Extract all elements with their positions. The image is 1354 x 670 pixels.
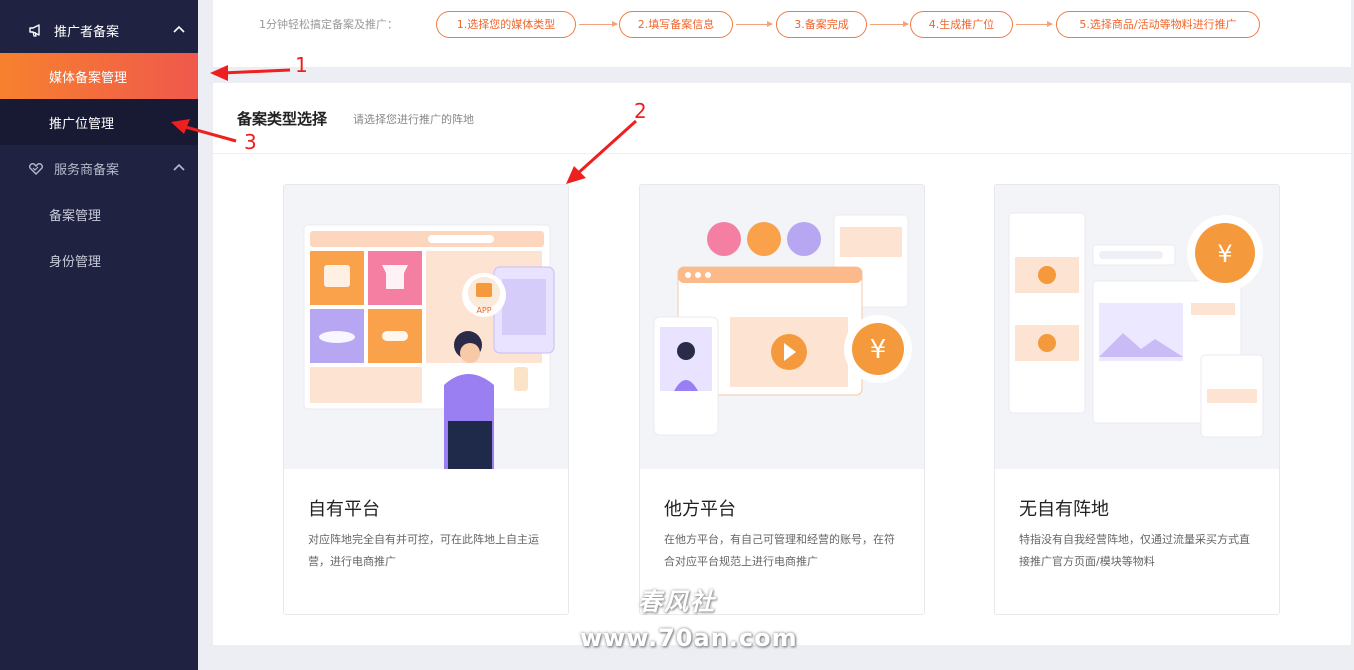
page-subtitle: 请选择您进行推广的阵地 bbox=[353, 113, 474, 126]
sidebar-item-label: 备案管理 bbox=[49, 209, 102, 224]
card-description: 特指没有自我经营阵地，仅通过流量采买方式直接推广官方页面/模块等物料 bbox=[1019, 533, 1250, 568]
sidebar-item-filing-management[interactable]: 备案管理 bbox=[0, 191, 198, 237]
sidebar-item-label: 推广位管理 bbox=[49, 117, 115, 132]
chevron-up-icon bbox=[173, 25, 185, 33]
step-3: 3.备案完成 bbox=[776, 11, 867, 38]
annotation-number-2: 2 bbox=[634, 99, 647, 123]
annotation-number-1: 1 bbox=[295, 53, 308, 77]
card-description: 在他方平台，有自己可管理和经营的账号，在符合对应平台规范上进行电商推广 bbox=[664, 533, 895, 568]
own-platform-illustration: APP bbox=[284, 185, 568, 469]
annotation-number-3: 3 bbox=[244, 130, 257, 154]
card-title: 无自有阵地 bbox=[1019, 499, 1109, 520]
card-third-party-platform[interactable]: ¥ 他方平台 在他方平台，有自己可管理和经营的账号，在符合对应平台规范上进行电商… bbox=[639, 184, 925, 615]
step-1: 1.选择您的媒体类型 bbox=[436, 11, 576, 38]
sidebar-item-label: 媒体备案管理 bbox=[49, 71, 128, 86]
step-4: 4.生成推广位 bbox=[910, 11, 1013, 38]
divider bbox=[213, 153, 1351, 154]
watermark-title: 春风社 bbox=[638, 588, 716, 616]
app-label: APP bbox=[476, 306, 491, 315]
yuan-symbol: ¥ bbox=[870, 335, 887, 365]
sidebar-group-provider-filing[interactable]: 服务商备案 bbox=[0, 145, 198, 191]
step-arrow bbox=[579, 21, 618, 27]
step-2: 2.填写备案信息 bbox=[619, 11, 733, 38]
watermark-url: www.70an.com bbox=[580, 624, 798, 652]
chevron-up-icon bbox=[173, 163, 185, 171]
annotation-arrow-1 bbox=[210, 65, 291, 81]
sidebar-group-promoter-filing[interactable]: 推广者备案 bbox=[0, 7, 198, 53]
third-party-art: ¥ bbox=[653, 214, 912, 436]
yuan-symbol: ¥ bbox=[1217, 240, 1232, 268]
step-arrow bbox=[1016, 21, 1053, 27]
card-title: 他方平台 bbox=[664, 499, 736, 520]
sidebar-item-identity-management[interactable]: 身份管理 bbox=[0, 237, 198, 283]
steps-intro: 1分钟轻松搞定备案及推广： bbox=[259, 18, 398, 31]
own-platform-art: APP bbox=[303, 224, 555, 469]
sidebar: 推广者备案 媒体备案管理 推广位管理 服务商备案 备案管理 身份管理 bbox=[0, 0, 198, 670]
sidebar-item-media-filing[interactable]: 媒体备案管理 bbox=[0, 53, 198, 99]
sidebar-item-ad-slot[interactable]: 推广位管理 bbox=[0, 99, 198, 145]
step-5: 5.选择商品/活动等物料进行推广 bbox=[1056, 11, 1260, 38]
filing-type-panel: 备案类型选择 请选择您进行推广的阵地 APP 自有平台 对应阵地完全自有并可控，… bbox=[213, 83, 1351, 645]
no-own-position-illustration: ¥ bbox=[995, 185, 1279, 469]
page-title: 备案类型选择 bbox=[237, 110, 328, 128]
step-arrow bbox=[870, 21, 909, 27]
step-arrow bbox=[736, 21, 773, 27]
sidebar-group-label: 服务商备案 bbox=[54, 163, 120, 178]
sidebar-item-label: 身份管理 bbox=[49, 255, 102, 270]
handshake-icon bbox=[29, 163, 43, 175]
card-no-own-position[interactable]: ¥ 无自有阵地 特指没有自我经营阵地，仅通过流量采买方式直接推广官方页面/模块等… bbox=[994, 184, 1280, 615]
card-own-platform[interactable]: APP 自有平台 对应阵地完全自有并可控，可在此阵地上自主运营，进行电商推广 bbox=[283, 184, 569, 615]
third-party-illustration: ¥ bbox=[640, 185, 924, 469]
sidebar-group-label: 推广者备案 bbox=[54, 25, 120, 40]
card-description: 对应阵地完全自有并可控，可在此阵地上自主运营，进行电商推广 bbox=[308, 533, 539, 568]
steps-bar: 1分钟轻松搞定备案及推广： 1.选择您的媒体类型 2.填写备案信息 3.备案完成… bbox=[213, 0, 1351, 67]
card-title: 自有平台 bbox=[308, 499, 380, 520]
no-own-position-art: ¥ bbox=[1008, 212, 1264, 438]
megaphone-icon bbox=[29, 24, 40, 37]
